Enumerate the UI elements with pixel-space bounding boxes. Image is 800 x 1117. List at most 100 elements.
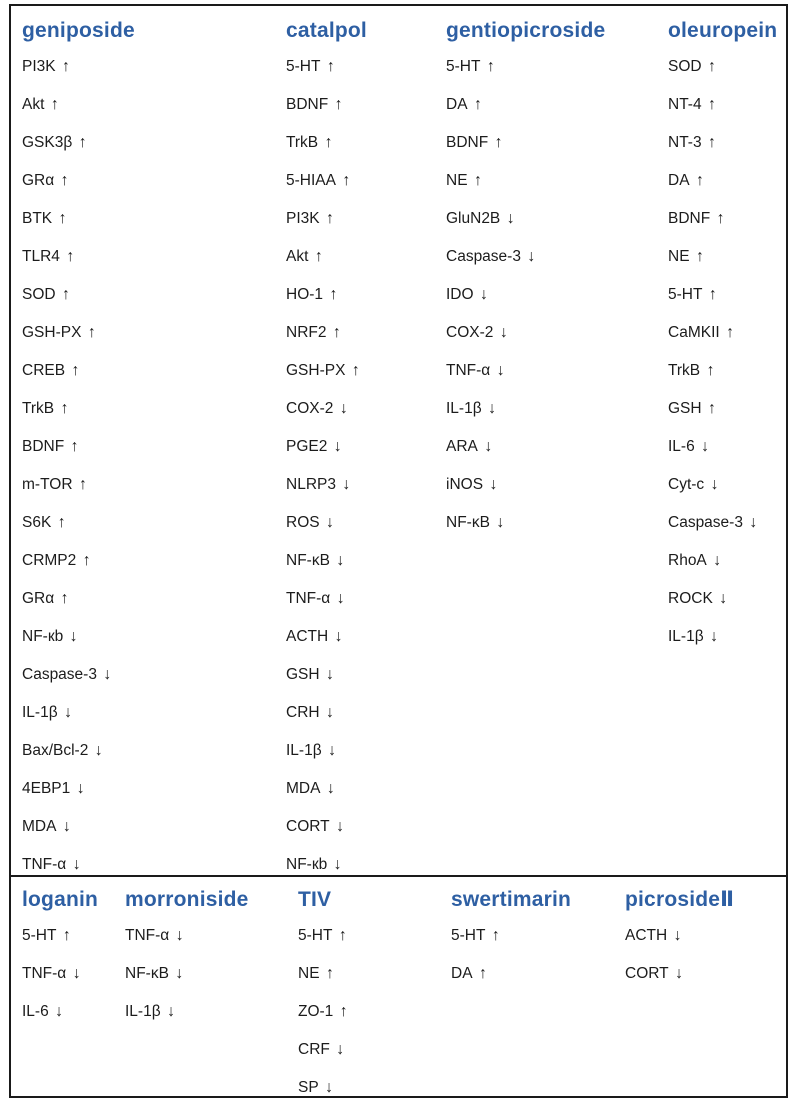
target-name: DA bbox=[668, 172, 690, 189]
target-item: NRF2 ↑ bbox=[286, 324, 360, 362]
target-name: NF-κB bbox=[446, 514, 490, 531]
arrow-up-icon: ↑ bbox=[61, 248, 75, 265]
target-name: ACTH bbox=[625, 927, 668, 944]
targets-table-figure: geniposide PI3K ↑ Akt ↑ GSK3β ↑ GRα ↑ BTK ↑ TL… bbox=[0, 0, 800, 1104]
target-list: SOD ↑ NT-4 ↑ NT-3 ↑ DA ↑ BDNF ↑ NE ↑ 5-HT ↑ CaM… bbox=[668, 58, 757, 666]
arrow-down-icon: ↓ bbox=[171, 927, 184, 944]
arrow-down-icon: ↓ bbox=[485, 476, 498, 493]
arrow-up-icon: ↑ bbox=[74, 476, 87, 493]
arrow-down-icon: ↓ bbox=[321, 666, 335, 683]
target-item: m-TOR ↑ bbox=[22, 476, 111, 514]
arrow-down-icon: ↓ bbox=[90, 742, 103, 759]
target-item: 5-HT ↑ bbox=[298, 927, 348, 965]
target-item: Akt ↑ bbox=[286, 248, 360, 286]
target-name: TNF-α bbox=[286, 590, 331, 607]
target-name: Akt bbox=[286, 248, 309, 265]
arrow-up-icon: ↑ bbox=[57, 286, 71, 303]
arrow-down-icon: ↓ bbox=[495, 324, 508, 341]
target-name: IL-1β bbox=[668, 628, 704, 645]
target-name: CaMKII bbox=[668, 324, 720, 341]
target-item: 5-HT ↑ bbox=[668, 286, 757, 324]
target-item: Caspase-3 ↓ bbox=[22, 666, 111, 704]
target-name: DA bbox=[451, 965, 473, 982]
target-item: GSH-PX ↑ bbox=[286, 362, 360, 400]
target-name: MDA bbox=[22, 818, 57, 835]
arrow-down-icon: ↓ bbox=[696, 438, 710, 455]
target-name: 5-HT bbox=[446, 58, 481, 75]
target-item: NT-3 ↑ bbox=[668, 134, 757, 172]
arrow-down-icon: ↓ bbox=[483, 400, 497, 417]
target-item: NE ↑ bbox=[446, 172, 535, 210]
arrow-up-icon: ↑ bbox=[703, 400, 717, 417]
target-list: 5-HT ↑ BDNF ↑ TrkB ↑ 5-HIAA ↑ PI3K ↑ Akt ↑ HO-… bbox=[286, 58, 360, 894]
target-name: BDNF bbox=[22, 438, 65, 455]
compound-name-header: loganin bbox=[22, 888, 99, 911]
target-name: NF-кb bbox=[22, 628, 64, 645]
target-name: 5-HIAA bbox=[286, 172, 336, 189]
target-name: Caspase-3 bbox=[22, 666, 97, 683]
target-name: 5-HT bbox=[298, 927, 333, 944]
arrow-up-icon: ↑ bbox=[56, 400, 69, 417]
target-item: HO-1 ↑ bbox=[286, 286, 360, 324]
arrow-up-icon: ↑ bbox=[334, 927, 347, 944]
arrow-up-icon: ↑ bbox=[53, 514, 66, 531]
arrow-up-icon: ↑ bbox=[310, 248, 323, 265]
target-name: Caspase-3 bbox=[668, 514, 743, 531]
target-item: ROCK ↓ bbox=[668, 590, 757, 628]
target-item: SP ↓ bbox=[298, 1079, 348, 1117]
target-name: BDNF bbox=[668, 210, 711, 227]
arrow-up-icon: ↑ bbox=[78, 552, 91, 569]
target-item: CaMKII ↑ bbox=[668, 324, 757, 362]
arrow-down-icon: ↓ bbox=[68, 856, 81, 873]
target-list: TNF-α ↓ NF-κB ↓ IL-1β ↓ bbox=[125, 927, 184, 1041]
target-name: 5-HT bbox=[22, 927, 57, 944]
target-name: IL-6 bbox=[668, 438, 695, 455]
target-item: TNF-α ↓ bbox=[446, 362, 535, 400]
target-name: NLRP3 bbox=[286, 476, 336, 493]
target-name: NT-3 bbox=[668, 134, 702, 151]
target-item: ROS ↓ bbox=[286, 514, 360, 552]
arrow-down-icon: ↓ bbox=[331, 818, 345, 835]
target-item: IL-1β ↓ bbox=[125, 1003, 184, 1041]
arrow-down-icon: ↓ bbox=[708, 552, 722, 569]
target-name: GRα bbox=[22, 590, 55, 607]
arrow-down-icon: ↓ bbox=[58, 818, 71, 835]
target-name: CREB bbox=[22, 362, 66, 379]
arrow-down-icon: ↓ bbox=[59, 704, 73, 721]
target-item: 5-HT ↑ bbox=[286, 58, 360, 96]
arrow-down-icon: ↓ bbox=[502, 210, 515, 227]
bottom-block: loganin 5-HT ↑ TNF-α ↓ IL-6 ↓ morroniside TNF… bbox=[11, 877, 786, 1098]
target-name: NE bbox=[446, 172, 468, 189]
target-name: ZO-1 bbox=[298, 1003, 334, 1020]
target-name: ROS bbox=[286, 514, 320, 531]
target-item: 5-HT ↑ bbox=[22, 927, 81, 965]
target-name: IL-6 bbox=[22, 1003, 49, 1020]
arrow-up-icon: ↑ bbox=[703, 96, 717, 113]
arrow-up-icon: ↑ bbox=[474, 965, 487, 982]
target-name: CRH bbox=[286, 704, 320, 721]
target-name: IDO bbox=[446, 286, 474, 303]
arrow-up-icon: ↑ bbox=[482, 58, 495, 75]
target-item: COX-2 ↓ bbox=[286, 400, 360, 438]
target-name: m-TOR bbox=[22, 476, 73, 493]
target-item: 5-HT ↑ bbox=[446, 58, 535, 96]
target-name: TrkB bbox=[286, 134, 319, 151]
arrow-up-icon: ↑ bbox=[712, 210, 725, 227]
target-name: TNF-α bbox=[446, 362, 491, 379]
arrow-down-icon: ↓ bbox=[475, 286, 489, 303]
target-name: GSH-PX bbox=[22, 324, 82, 341]
compound-name-header: swertimarin bbox=[451, 888, 572, 911]
target-item: RhoA ↓ bbox=[668, 552, 757, 590]
target-name: PI3K bbox=[286, 210, 320, 227]
target-item: TrkB ↑ bbox=[22, 400, 111, 438]
arrow-down-icon: ↓ bbox=[332, 590, 345, 607]
arrow-up-icon: ↑ bbox=[66, 438, 79, 455]
top-block: geniposide PI3K ↑ Akt ↑ GSK3β ↑ GRα ↑ BTK ↑ TL… bbox=[11, 6, 786, 875]
arrow-up-icon: ↑ bbox=[704, 286, 717, 303]
arrow-up-icon: ↑ bbox=[321, 965, 334, 982]
arrow-up-icon: ↑ bbox=[703, 134, 717, 151]
arrow-up-icon: ↑ bbox=[469, 172, 482, 189]
target-item: NF-кb ↓ bbox=[22, 628, 111, 666]
target-list: 5-HT ↑ DA ↑ BDNF ↑ NE ↑ GluN2B ↓ Caspase-3 ↓ I… bbox=[446, 58, 535, 552]
target-name: CORT bbox=[286, 818, 330, 835]
